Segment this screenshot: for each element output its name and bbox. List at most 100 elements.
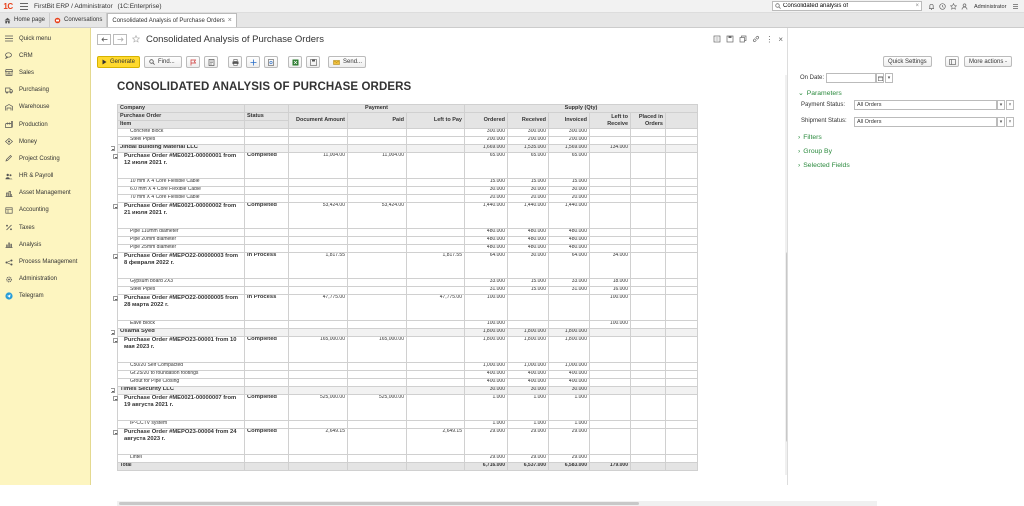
vendor-row[interactable]: Times Security LLC 30.000 30.000 30.000 <box>117 386 699 395</box>
collapse-group-icon[interactable] <box>113 396 118 401</box>
more-actions-button[interactable]: More actions - <box>964 56 1013 67</box>
item-row[interactable]: Eave Block 100.000 100.000 <box>117 320 699 329</box>
save-icon[interactable] <box>726 35 734 43</box>
shipment-status-dropdown[interactable]: ▾ <box>997 117 1005 127</box>
hamburger-menu-icon[interactable] <box>20 2 28 10</box>
group-by-group[interactable]: › Group By <box>798 148 832 155</box>
parameters-group[interactable]: ⌄ Parameters <box>798 89 842 98</box>
send-button[interactable]: Send... <box>328 56 367 68</box>
horizontal-scrollbar[interactable] <box>117 501 877 506</box>
sidebar-item-accounting[interactable]: Accounting <box>0 202 90 219</box>
collapse-group-icon[interactable] <box>113 154 118 159</box>
item-row[interactable]: Steel Pipes 31.000 15.000 31.000 16.000 <box>117 286 699 295</box>
link-icon[interactable] <box>752 35 760 43</box>
sidebar-item-quick-menu[interactable]: Quick menu <box>0 30 90 47</box>
favorite-star-icon[interactable] <box>132 35 140 43</box>
collapse-group-icon[interactable] <box>113 338 118 343</box>
export-excel-button[interactable] <box>288 56 303 68</box>
sidebar-item-process-management[interactable]: Process Management <box>0 253 90 270</box>
search-clear-icon[interactable]: × <box>915 3 919 9</box>
on-date-field[interactable] <box>826 73 876 83</box>
print-button[interactable] <box>228 56 243 68</box>
payment-status-clear[interactable]: × <box>1006 100 1014 110</box>
order-row[interactable]: Purchase Order #MEPO23-00004 from 24 авг… <box>117 428 699 455</box>
user-name[interactable]: Administrator <box>974 4 1006 10</box>
item-row[interactable]: 6.0 mm X 4 Core Flexible Cable 30.000 30.0… <box>117 186 699 195</box>
tab-consolidated-analysis[interactable]: Consolidated Analysis of Purchase Orders… <box>107 13 237 27</box>
sidebar-item-administration[interactable]: Administration <box>0 271 90 288</box>
sidebar-item-purchasing[interactable]: Purchasing <box>0 82 90 99</box>
bell-icon[interactable] <box>928 3 935 10</box>
quick-settings-button[interactable]: Quick Settings <box>883 56 932 67</box>
more-icon[interactable]: ⋮ <box>765 35 773 44</box>
sidebar-item-project-costing[interactable]: Project Costing <box>0 150 90 167</box>
item-row[interactable]: Lintel 29.000 29.000 29.000 <box>117 454 699 463</box>
item-row[interactable]: IP-CCTV system 1.000 1.000 1.000 <box>117 420 699 429</box>
sidebar-item-money[interactable]: Money <box>0 133 90 150</box>
order-row[interactable]: Purchase Order #ME0021-00000007 from 19 … <box>117 394 699 421</box>
tab-conversations[interactable]: Conversations <box>50 13 108 27</box>
sidebar-item-warehouse[interactable]: Warehouse <box>0 99 90 116</box>
item-row[interactable]: Pipe 20mm diameter 480.000 480.000 480.000 <box>117 236 699 245</box>
order-row[interactable]: Purchase Order #ME0021-00000002 from 21 … <box>117 202 699 229</box>
collapse-group-icon[interactable] <box>113 254 118 259</box>
sidebar-item-asset-management[interactable]: Asset Management <box>0 185 90 202</box>
payment-status-dropdown[interactable]: ▾ <box>997 100 1005 110</box>
shipment-status-clear[interactable]: × <box>1006 117 1014 127</box>
sidebar-item-analysis[interactable]: Analysis <box>0 236 90 253</box>
expand-button[interactable] <box>246 56 261 68</box>
forward-button[interactable] <box>113 33 127 45</box>
item-row[interactable]: Steel Pipes 200.000 200.000 200.000 <box>117 136 699 145</box>
global-search[interactable]: × <box>772 1 922 11</box>
item-row[interactable]: 10 mm X 4 Core Flexible Cable 15.000 15.00… <box>117 178 699 187</box>
settings-menu-icon[interactable] <box>1012 3 1019 10</box>
item-row[interactable]: Pipe 25mm diameter 480.000 480.000 480.000 <box>117 244 699 253</box>
item-row[interactable]: 70 mm X 4 Core Flexible Cable 20.000 20.00… <box>117 194 699 203</box>
copy-icon[interactable] <box>739 35 747 43</box>
layout-button[interactable] <box>945 56 959 67</box>
close-icon[interactable]: × <box>778 35 783 44</box>
global-search-input[interactable] <box>783 3 903 9</box>
find-button[interactable]: Find... <box>144 56 183 68</box>
vendor-row[interactable]: Jindal Building Material LLC 1,669.000 1,5… <box>117 144 699 153</box>
calendar-button[interactable] <box>876 73 884 83</box>
item-row[interactable]: C50/20 Self Compacted 1,000.000 1,000.000 1… <box>117 362 699 371</box>
collapse-group-icon[interactable] <box>111 330 115 335</box>
tab-close-icon[interactable]: × <box>228 17 232 24</box>
mark-cells-button[interactable] <box>186 56 201 68</box>
user-icon[interactable] <box>961 3 968 10</box>
preview-button[interactable] <box>264 56 279 68</box>
shipment-status-select[interactable]: All Orders <box>854 117 997 127</box>
back-button[interactable] <box>97 33 111 45</box>
history-icon[interactable] <box>939 3 946 10</box>
star-icon[interactable] <box>950 3 957 10</box>
item-row[interactable]: Gr.25/20 to foundation footings 400.000 40… <box>117 370 699 379</box>
collapse-group-icon[interactable] <box>111 146 115 151</box>
sidebar-item-taxes[interactable]: Taxes <box>0 219 90 236</box>
order-row[interactable]: Purchase Order #MEPO23-00001 from 10 мая… <box>117 336 699 363</box>
order-row[interactable]: Purchase Order #MEPO22-00000005 from 28 … <box>117 294 699 321</box>
print-preview-icon[interactable] <box>713 35 721 43</box>
item-row[interactable]: Concrete block 300.000 300.000 300.000 <box>117 128 699 137</box>
vendor-row[interactable]: Osama Syed 1,800.000 1,800.000 1,800.000 <box>117 328 699 337</box>
item-row[interactable]: Pipe 110mm diameter 480.000 480.000 480.000 <box>117 228 699 237</box>
sidebar-item-hr-payroll[interactable]: HR & Payroll <box>0 168 90 185</box>
selected-fields-group[interactable]: › Selected Fields <box>798 162 850 169</box>
collapse-group-icon[interactable] <box>111 388 115 393</box>
collapse-group-icon[interactable] <box>113 296 118 301</box>
order-row[interactable]: Purchase Order #MEPO22-00000003 from 8 ф… <box>117 252 699 279</box>
sidebar-item-sales[interactable]: Sales <box>0 64 90 81</box>
item-row[interactable]: Grout for Pipe Closing 400.000 400.000 400.… <box>117 378 699 387</box>
item-row[interactable]: Gypsum board 2X3 33.000 15.000 33.000 18.000 <box>117 278 699 287</box>
payment-status-select[interactable]: All Orders <box>854 100 997 110</box>
report-options-button[interactable] <box>204 56 219 68</box>
sidebar-item-production[interactable]: Production <box>0 116 90 133</box>
sidebar-item-telegram[interactable]: Telegram <box>0 288 90 305</box>
tab-home-page[interactable]: Home page <box>0 13 51 27</box>
generate-button[interactable]: Generate <box>97 56 141 68</box>
order-row[interactable]: Purchase Order #ME0021-00000001 from 12 … <box>117 152 699 179</box>
collapse-group-icon[interactable] <box>113 430 118 435</box>
collapse-group-icon[interactable] <box>113 204 118 209</box>
total-row[interactable]: Total 6,716.000 6,537.000 6,583.000 179.000 <box>117 462 699 471</box>
sidebar-item-crm[interactable]: CRM <box>0 47 90 64</box>
